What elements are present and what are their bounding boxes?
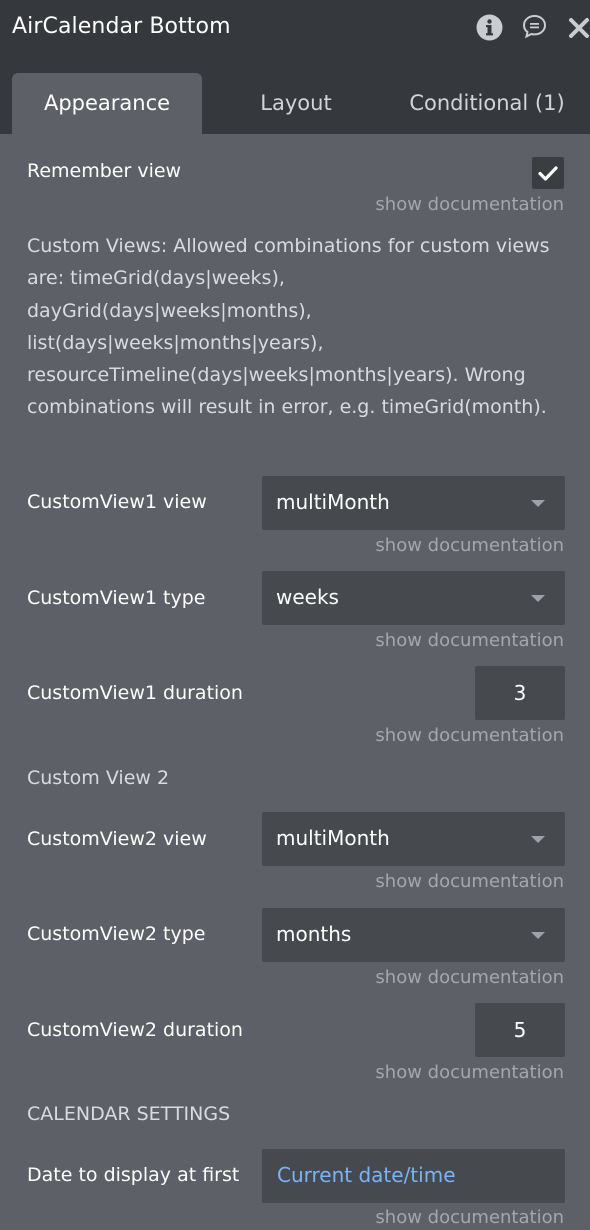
panel-title: AirCalendar Bottom xyxy=(12,14,231,39)
dynamic-expression-value: Current date/time xyxy=(277,1163,456,1187)
calendar-settings-heading: CALENDAR SETTINGS xyxy=(27,1103,231,1125)
tab-conditional[interactable]: Conditional (1) xyxy=(396,73,578,134)
customview2-duration-label: CustomView2 duration xyxy=(27,1019,243,1041)
custom-views-description: Custom Views: Allowed combinations for c… xyxy=(27,235,550,419)
checkmark-icon xyxy=(538,166,558,181)
chevron-down-icon xyxy=(531,932,545,939)
chevron-down-icon xyxy=(531,595,545,602)
show-documentation-link[interactable]: show documentation xyxy=(375,194,564,215)
dropdown-value: multiMonth xyxy=(276,490,390,514)
customview2-view-label: CustomView2 view xyxy=(27,828,207,850)
date-display-input[interactable]: Current date/time xyxy=(262,1149,565,1203)
show-documentation-link[interactable]: show documentation xyxy=(375,630,564,651)
customview1-duration-label: CustomView1 duration xyxy=(27,682,243,704)
remember-view-checkbox[interactable] xyxy=(532,157,564,189)
panel-header: AirCalendar Bottom xyxy=(0,0,590,59)
customview2-duration-input[interactable]: 5 xyxy=(475,1003,565,1057)
remember-view-label: Remember view xyxy=(27,160,182,182)
customview1-view-label: CustomView1 view xyxy=(27,491,207,513)
customview2-type-label: CustomView2 type xyxy=(27,923,206,945)
customview2-view-dropdown[interactable]: multiMonth xyxy=(262,812,565,866)
dropdown-value: weeks xyxy=(276,585,339,609)
dropdown-value: multiMonth xyxy=(276,826,390,850)
chevron-down-icon xyxy=(531,500,545,507)
close-icon[interactable] xyxy=(568,17,590,43)
show-documentation-link[interactable]: show documentation xyxy=(375,725,564,746)
customview1-type-label: CustomView1 type xyxy=(27,587,206,609)
tab-layout[interactable]: Layout xyxy=(222,73,370,134)
show-documentation-link[interactable]: show documentation xyxy=(375,1062,564,1083)
customview1-duration-input[interactable]: 3 xyxy=(475,666,565,720)
tab-appearance[interactable]: Appearance xyxy=(12,73,202,134)
date-display-label: Date to display at first xyxy=(27,1164,240,1186)
show-documentation-link[interactable]: show documentation xyxy=(375,967,564,988)
dropdown-value: months xyxy=(276,922,352,946)
customview2-type-dropdown[interactable]: months xyxy=(262,908,565,962)
show-documentation-link[interactable]: show documentation xyxy=(375,1207,564,1228)
custom-view2-heading: Custom View 2 xyxy=(27,767,170,789)
tab-bar: Appearance Layout Conditional (1) xyxy=(0,59,590,134)
comment-icon[interactable] xyxy=(522,14,547,43)
customview1-type-dropdown[interactable]: weeks xyxy=(262,571,565,625)
customview1-view-dropdown[interactable]: multiMonth xyxy=(262,476,565,530)
show-documentation-link[interactable]: show documentation xyxy=(375,871,564,892)
info-icon[interactable] xyxy=(476,14,503,45)
show-documentation-link[interactable]: show documentation xyxy=(375,535,564,556)
chevron-down-icon xyxy=(531,836,545,843)
